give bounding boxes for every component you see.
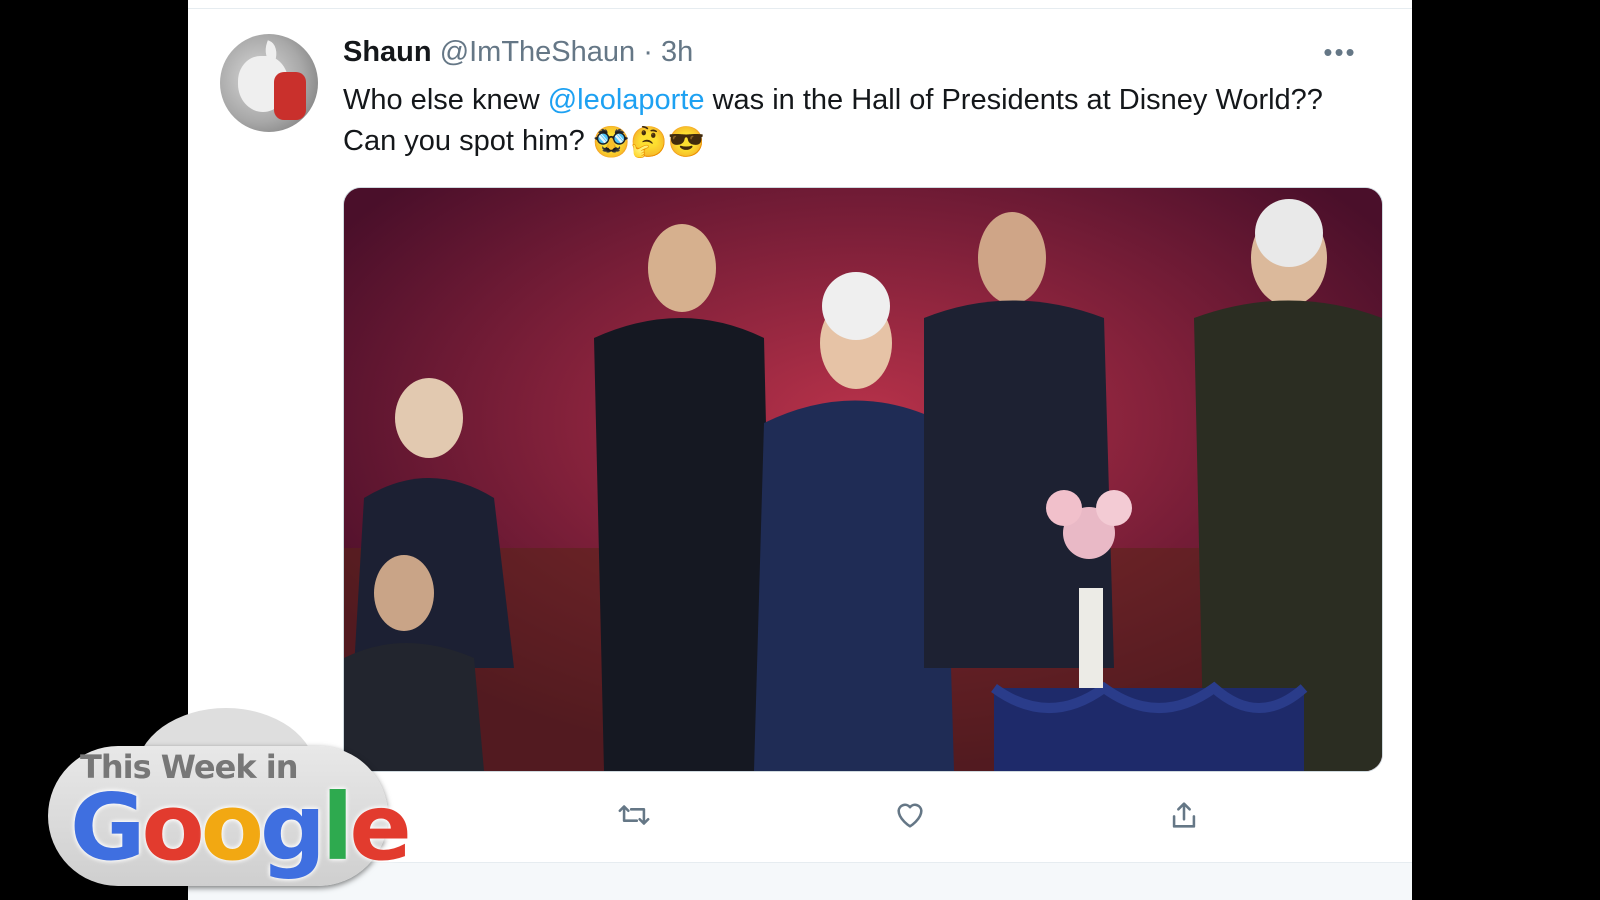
tweet-text-line2: Can you spot him? [343, 125, 593, 157]
tweet-media-image[interactable] [343, 187, 1383, 772]
tweet-header: Shaun @ImTheShaun · 3h [343, 36, 693, 69]
tweet-text-part: Who else knew [343, 84, 548, 116]
avatar[interactable] [220, 34, 318, 132]
ellipsis-icon[interactable]: ••• [1322, 39, 1358, 68]
display-name[interactable]: Shaun [343, 36, 432, 68]
google-letter: o [141, 774, 205, 881]
share-icon [1172, 802, 1196, 828]
google-letter: G [70, 774, 145, 881]
google-letter: o [200, 774, 264, 881]
logo-google-word: Google [70, 778, 412, 878]
divider [188, 8, 1412, 9]
separator-dot: · [643, 36, 653, 68]
tweet-text-part: was in the Hall of Presidents at Disney … [704, 84, 1323, 116]
user-handle[interactable]: @ImTheShaun [440, 36, 635, 68]
google-letter: e [349, 774, 411, 881]
heart-icon [897, 803, 923, 828]
tweet-actions [343, 792, 1383, 842]
this-week-in-google-logo: This Week in Google [48, 708, 412, 898]
thinking-face-emoji: 🤔 [630, 125, 668, 159]
tweet-text: Who else knew @leolaporte was in the Hal… [343, 80, 1383, 163]
share-button[interactable] [1161, 792, 1207, 838]
tweet-time[interactable]: 3h [661, 36, 693, 68]
mention-link[interactable]: @leolaporte [548, 84, 705, 116]
disguise-face-emoji: 🥸 [592, 125, 631, 159]
retweet-button[interactable] [611, 792, 657, 838]
sunglasses-face-emoji: 😎 [667, 125, 705, 159]
google-letter: g [259, 774, 326, 881]
google-letter: l [321, 774, 353, 881]
like-button[interactable] [887, 792, 933, 838]
avatar-person [274, 72, 306, 120]
retweet-icon [618, 805, 650, 825]
hall-of-presidents-photo [344, 188, 1382, 771]
